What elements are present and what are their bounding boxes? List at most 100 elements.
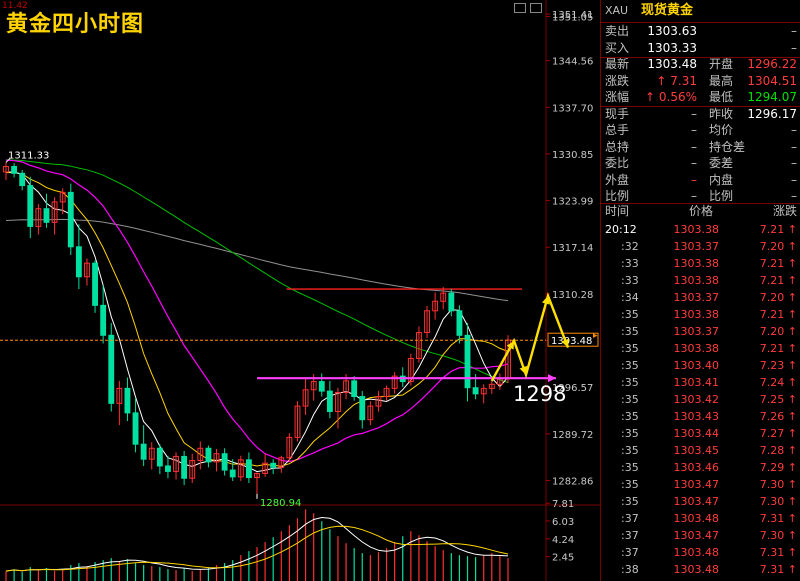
quote-label-l1: 总手: [605, 123, 630, 137]
tick-change: 7.20 ↑: [759, 240, 797, 253]
minimize-icon[interactable]: [514, 3, 526, 13]
tick-time: :35: [621, 342, 639, 355]
quote-symbol: XAU: [605, 4, 629, 17]
tick-row: :35 1303.37 7.20 ↑: [601, 323, 800, 340]
tick-time: :35: [621, 461, 639, 474]
tick-row: :33 1303.38 7.21 ↑: [601, 272, 800, 289]
target-annotation: 1298: [513, 382, 566, 406]
tick-row: :34 1303.37 7.20 ↑: [601, 289, 800, 306]
tick-change: 7.29 ↑: [759, 461, 797, 474]
quote-row: 比例 – 比例 –: [601, 188, 800, 204]
tick-price: 1303.38: [673, 257, 720, 270]
tick-price: 1303.40: [673, 359, 720, 372]
candle-body: [326, 390, 333, 413]
tick-row: :35 1303.38 7.21 ↑: [601, 340, 800, 357]
tick-row: :35 1303.46 7.29 ↑: [601, 459, 800, 476]
tick-header-change: 涨跌: [772, 204, 797, 218]
volume-tick-label: 4.24: [552, 535, 574, 546]
quote-value-v2: 1296.17: [747, 106, 797, 121]
tick-price: 1303.38: [673, 274, 720, 287]
candle-body: [165, 465, 171, 472]
tick-row: :35 1303.47 7.30 ↑: [601, 493, 800, 510]
tick-change: 7.21 ↑: [759, 342, 797, 355]
tick-row: :37 1303.48 7.31 ↑: [601, 544, 800, 561]
quote-value-v2: –: [791, 172, 797, 187]
tick-change: 7.30 ↑: [759, 495, 797, 508]
tick-change: 7.31 ↑: [759, 563, 797, 576]
quote-value-v1: 1303.33: [647, 40, 697, 55]
quote-label-l1: 最新: [605, 57, 630, 71]
quote-value-v2: 1294.07: [747, 90, 797, 104]
candle-body: [456, 310, 463, 336]
candlestick-chart[interactable]: 1351.41 1351.05 1344.56 1337.70 1330.85 1323.…: [0, 0, 600, 581]
candle-body: [27, 185, 34, 227]
tick-time: :37: [621, 529, 639, 542]
tick-price: 1303.38: [673, 223, 720, 236]
quote-value-v2: –: [791, 156, 797, 170]
quote-value-v2: –: [791, 24, 797, 38]
tick-price: 1303.38: [673, 342, 720, 355]
quote-row: 现手 – 昨收 1296.17: [601, 106, 800, 122]
quote-label-l2: 最高: [709, 73, 734, 88]
volume-tick-label: 2.45: [552, 553, 574, 564]
candle-body: [448, 292, 455, 312]
tick-price: 1303.38: [673, 308, 720, 321]
quote-row: 总手 – 均价 –: [601, 122, 800, 138]
tick-change: 7.21 ↑: [759, 308, 797, 321]
tick-time: :38: [621, 563, 639, 576]
quote-value-v2: 1304.51: [747, 73, 797, 88]
candle-body: [19, 172, 26, 187]
tick-time: :37: [621, 512, 639, 525]
candle-body: [205, 447, 212, 463]
quote-panel: XAU 现货黄金 卖出 1303.63 – 买入 1303.33 – 最新 1303.48 开盘…: [600, 0, 800, 581]
tick-time: :37: [621, 546, 639, 559]
chart-canvas[interactable]: 1351.411351.051344.561337.701330.851323.…: [0, 0, 600, 581]
tick-time: :35: [621, 376, 639, 389]
tick-time: 20:12: [605, 223, 637, 236]
tick-row: :37 1303.48 7.31 ↑: [601, 510, 800, 527]
candle-body: [132, 412, 139, 445]
tick-change: 7.20 ↑: [759, 325, 797, 338]
ma10-line: [6, 172, 509, 467]
maximize-icon[interactable]: [530, 3, 542, 13]
volume-tick-label: 7.81: [552, 499, 574, 510]
tick-change: 7.21 ↑: [759, 223, 797, 236]
tick-price: 1303.37: [673, 240, 720, 253]
quote-label-l1: 外盘: [605, 172, 630, 187]
quote-value-v1: –: [691, 123, 697, 137]
quote-label-l2: 持仓差: [709, 139, 746, 154]
tick-price: 1303.47: [673, 478, 720, 491]
quote-value-v1: –: [691, 172, 697, 187]
candle-body: [108, 334, 115, 404]
quote-label-l2: 均价: [709, 123, 734, 137]
candle-body: [92, 262, 98, 306]
candle-body: [156, 447, 163, 467]
last-price-arrow: ▸: [593, 331, 598, 341]
candle-body: [245, 459, 252, 479]
high-label: 1311.33: [8, 150, 49, 161]
tick-header: 时间 价格 涨跌: [601, 203, 800, 220]
y-tick-label: 1317.14: [552, 243, 593, 254]
quote-value-v1: –: [691, 156, 697, 170]
candle-body: [11, 166, 18, 174]
tick-change: 7.23 ↑: [759, 359, 797, 372]
quote-value-v1: –: [691, 189, 697, 203]
quote-label-l1: 涨幅: [605, 90, 630, 104]
candle-body: [181, 455, 188, 479]
quote-value-v1: 1303.48: [647, 57, 697, 71]
tick-time: :35: [621, 410, 639, 423]
candle-body: [124, 387, 131, 414]
candle-body: [318, 381, 325, 392]
quote-row: 最新 1303.48 开盘 1296.22: [601, 56, 800, 72]
forecast-arrow-down-1: [519, 365, 528, 375]
y-tick-label: 1337.70: [552, 103, 593, 114]
quote-label-l1: 委比: [605, 156, 630, 170]
y-tick-label: 1310.28: [552, 290, 593, 301]
y-tick-label: 1289.72: [552, 430, 593, 441]
quote-label-l2: 开盘: [709, 57, 734, 71]
quote-value-v2: –: [791, 139, 797, 154]
chart-title: 黄金四小时图: [6, 12, 145, 37]
quote-row: 总持 – 持仓差 –: [601, 139, 800, 155]
tick-change: 7.31 ↑: [759, 512, 797, 525]
candle-body: [472, 387, 479, 395]
